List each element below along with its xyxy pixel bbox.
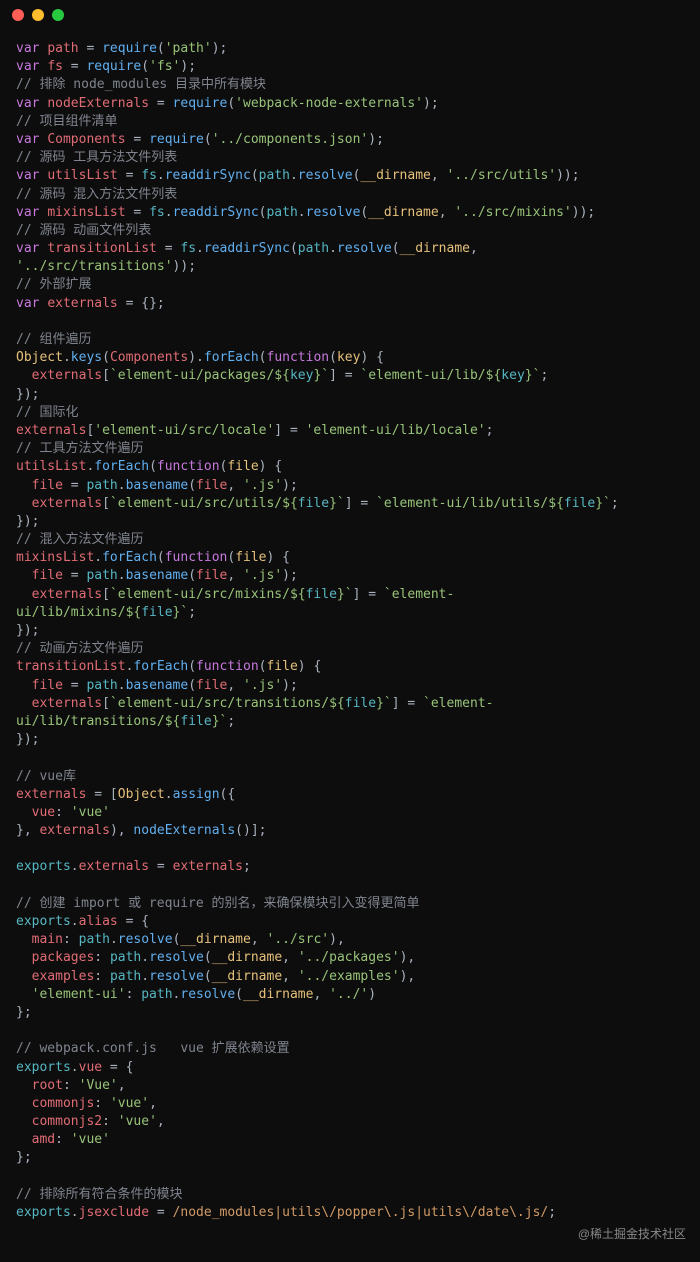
code-line: // 动画方法文件遍历 [16,641,143,656]
code-line: externals[`element-ui/src/transitions/${… [16,696,493,711]
close-button[interactable] [12,9,24,21]
code-line: root: 'Vue', [16,1078,126,1093]
window-titlebar [0,0,700,30]
code-line: exports.vue = { [16,1060,133,1075]
code-line: externals[`element-ui/packages/${key}`] … [16,368,548,383]
code-line: }; [16,1150,32,1165]
code-line: file = path.basename(file, '.js'); [16,478,298,493]
code-line: commonjs: 'vue', [16,1096,157,1111]
code-content: var path = require('path'); var fs = req… [0,30,700,1226]
code-line: examples: path.resolve(__dirname, '../ex… [16,969,415,984]
code-line: var transitionList = fs.readdirSync(path… [16,241,478,256]
minimize-button[interactable] [32,9,44,21]
code-line: mixinsList.forEach(function(file) { [16,550,290,565]
code-line: var externals = {}; [16,296,165,311]
code-line: packages: path.resolve(__dirname, '../pa… [16,950,415,965]
code-line: exports.alias = { [16,914,149,929]
code-line: '../src/transitions')); [16,259,196,274]
code-line: // 外部扩展 [16,277,91,292]
code-line: transitionList.forEach(function(file) { [16,659,321,674]
code-line: }); [16,732,39,747]
code-line: }); [16,387,39,402]
code-line: }); [16,623,39,638]
code-line: externals[`element-ui/src/mixins/${file}… [16,587,454,602]
code-line: vue: 'vue' [16,805,110,820]
code-line: // webpack.conf.js vue 扩展依赖设置 [16,1041,290,1056]
code-line: // 组件遍历 [16,332,91,347]
code-line: // 源码 混入方法文件列表 [16,187,177,202]
code-line: // 源码 工具方法文件列表 [16,150,177,165]
code-line: Object.keys(Components).forEach(function… [16,350,384,365]
code-line: var fs = require('fs'); [16,59,196,74]
code-line: // vue库 [16,769,76,784]
code-line: var mixinsList = fs.readdirSync(path.res… [16,205,595,220]
code-line: ui/lib/transitions/${file}`; [16,714,235,729]
code-line: }); [16,514,39,529]
code-line: }, externals), nodeExternals()]; [16,823,266,838]
code-line: var utilsList = fs.readdirSync(path.reso… [16,168,580,183]
maximize-button[interactable] [52,9,64,21]
watermark-text: @稀土掘金技术社区 [0,1226,700,1243]
code-line: // 国际化 [16,405,78,420]
code-line: file = path.basename(file, '.js'); [16,678,298,693]
code-window: var path = require('path'); var fs = req… [0,0,700,1243]
code-line: utilsList.forEach(function(file) { [16,459,282,474]
code-line: // 创建 import 或 require 的别名，来确保模块引入变得更简单 [16,896,420,911]
code-line: // 项目组件清单 [16,114,117,129]
code-line: 'element-ui': path.resolve(__dirname, '.… [16,987,376,1002]
code-line: var nodeExternals = require('webpack-nod… [16,96,439,111]
code-line: // 源码 动画文件列表 [16,223,151,238]
code-line: amd: 'vue' [16,1132,110,1147]
code-line: main: path.resolve(__dirname, '../src'), [16,932,345,947]
code-line: var path = require('path'); [16,41,227,56]
code-line: var Components = require('../components.… [16,132,384,147]
code-line: }; [16,1005,32,1020]
code-line: commonjs2: 'vue', [16,1114,165,1129]
code-line: // 工具方法文件遍历 [16,441,143,456]
code-line: file = path.basename(file, '.js'); [16,568,298,583]
code-line: externals['element-ui/src/locale'] = 'el… [16,423,493,438]
code-line: // 排除所有符合条件的模块 [16,1187,182,1202]
code-line: externals[`element-ui/src/utils/${file}`… [16,496,619,511]
code-line: exports.jsexclude = /node_modules|utils\… [16,1205,556,1220]
code-line: // 混入方法文件遍历 [16,532,143,547]
code-line: ui/lib/mixins/${file}`; [16,605,196,620]
code-line: exports.externals = externals; [16,859,251,874]
code-line: externals = [Object.assign({ [16,787,235,802]
code-line: // 排除 node_modules 目录中所有模块 [16,77,266,92]
